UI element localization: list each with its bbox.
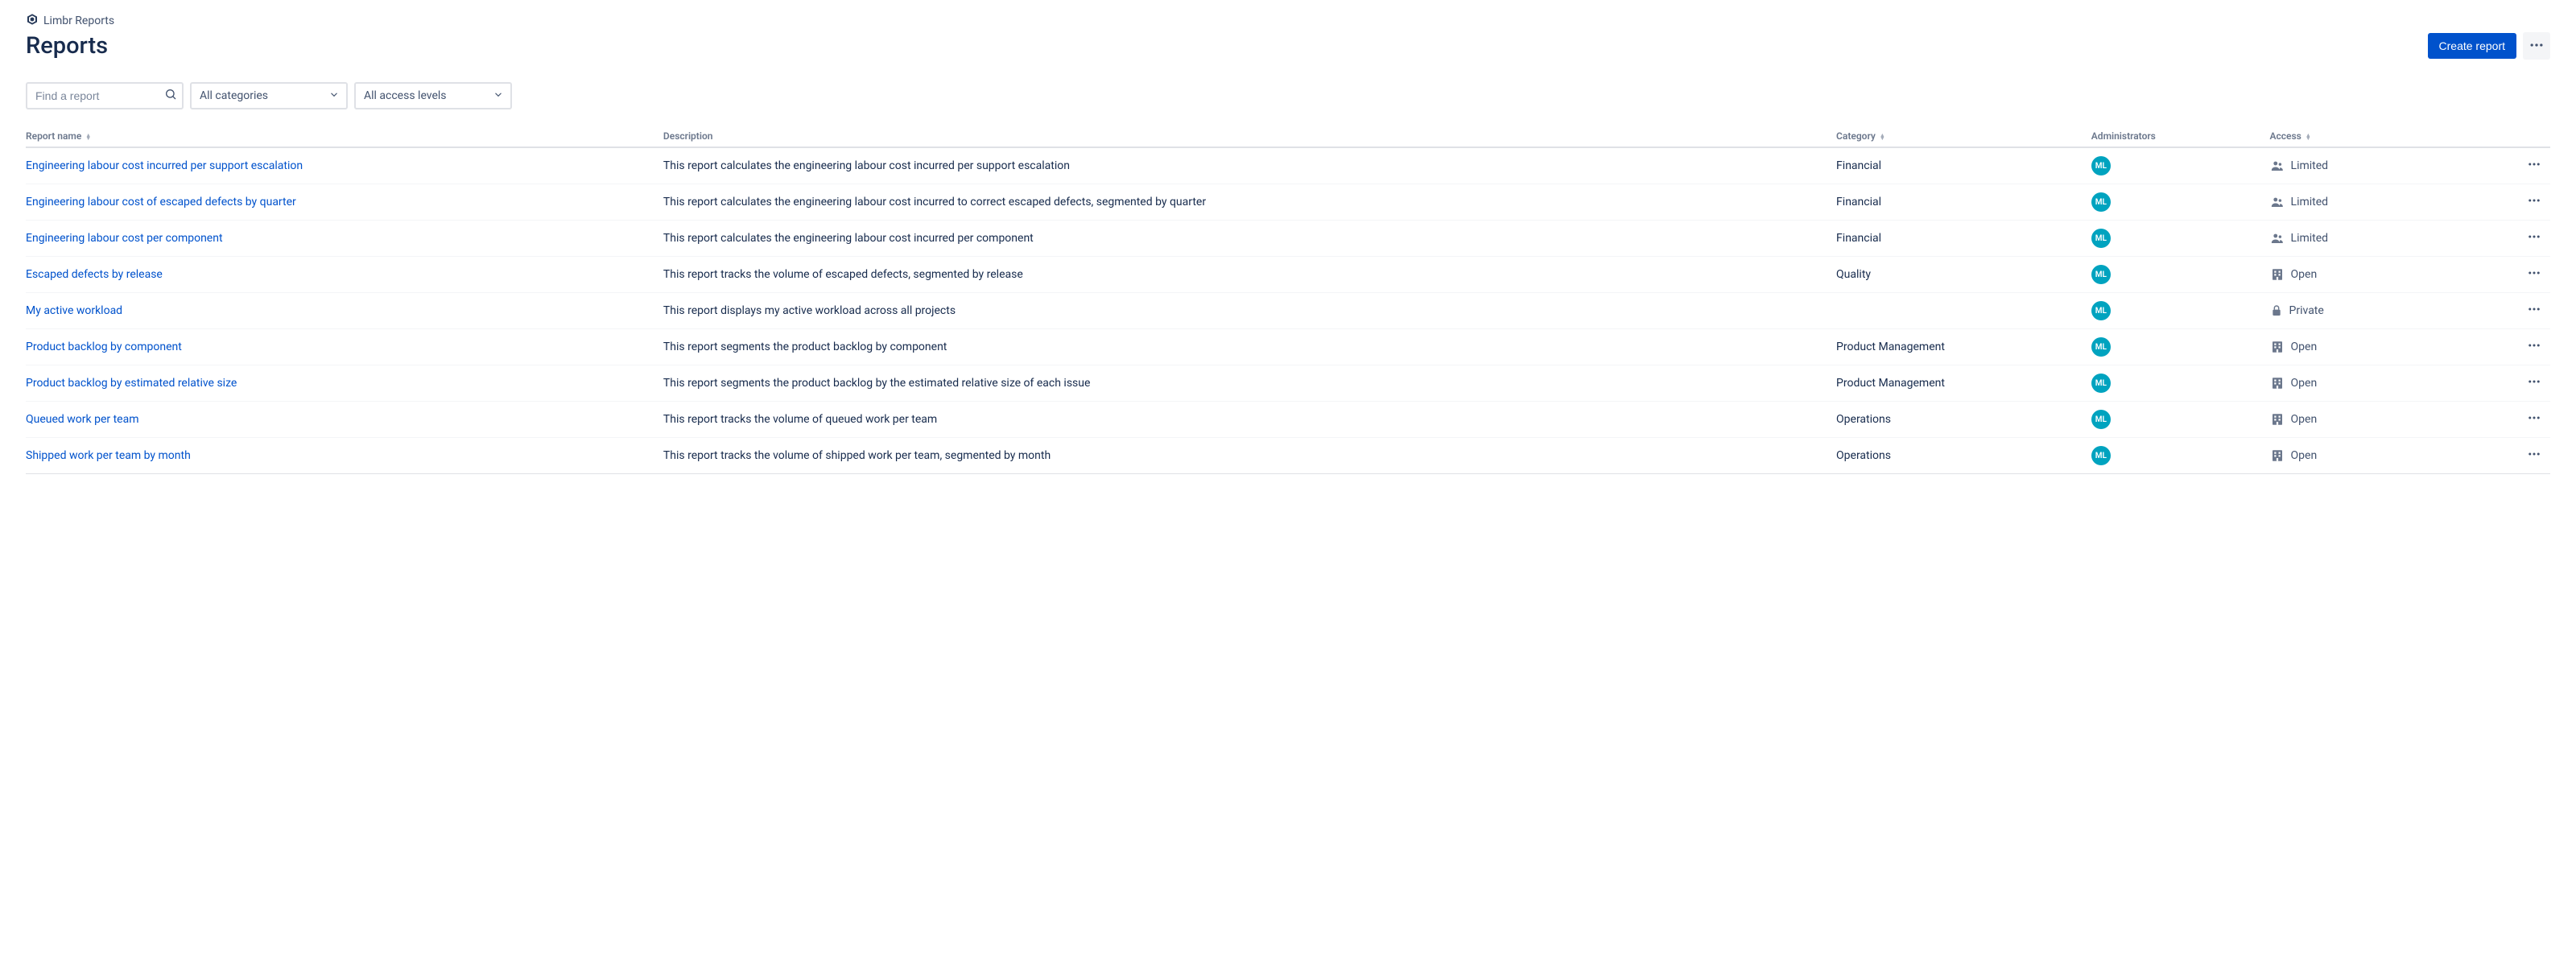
report-link[interactable]: Escaped defects by release bbox=[26, 268, 163, 281]
report-category: Product Management bbox=[1836, 365, 2091, 402]
admin-avatar[interactable]: ML bbox=[2091, 301, 2111, 320]
group-icon bbox=[2270, 159, 2285, 173]
table-row: Product backlog by estimated relative si… bbox=[26, 365, 2550, 402]
search-input[interactable] bbox=[26, 82, 184, 109]
report-link[interactable]: My active workload bbox=[26, 304, 122, 317]
report-description: This report displays my active workload … bbox=[663, 293, 1836, 329]
breadcrumb-label[interactable]: Limbr Reports bbox=[43, 14, 114, 27]
report-description: This report calculates the engineering l… bbox=[663, 221, 1836, 257]
access-label: Open bbox=[2291, 413, 2318, 426]
report-link[interactable]: Shipped work per team by month bbox=[26, 449, 191, 462]
page-title: Reports bbox=[26, 32, 108, 60]
row-more-button[interactable] bbox=[2524, 229, 2544, 244]
row-more-button[interactable] bbox=[2524, 157, 2544, 171]
more-icon bbox=[2529, 37, 2545, 56]
access-label: Limited bbox=[2291, 232, 2329, 245]
building-icon bbox=[2270, 340, 2285, 354]
table-row: Engineering labour cost of escaped defec… bbox=[26, 184, 2550, 221]
report-description: This report calculates the engineering l… bbox=[663, 147, 1836, 184]
row-more-button[interactable] bbox=[2524, 447, 2544, 461]
col-header-administrators: Administrators bbox=[2091, 126, 2270, 147]
building-icon bbox=[2270, 448, 2285, 463]
app-logo-icon bbox=[26, 13, 39, 29]
row-more-button[interactable] bbox=[2524, 266, 2544, 280]
col-header-description: Description bbox=[663, 126, 1836, 147]
table-row: Queued work per team This report tracks t… bbox=[26, 402, 2550, 438]
row-more-button[interactable] bbox=[2524, 302, 2544, 316]
access-label: Open bbox=[2291, 268, 2318, 281]
report-category: Financial bbox=[1836, 184, 2091, 221]
report-link[interactable]: Engineering labour cost per component bbox=[26, 232, 223, 245]
building-icon bbox=[2270, 376, 2285, 390]
admin-avatar[interactable]: ML bbox=[2091, 192, 2111, 212]
report-description: This report calculates the engineering l… bbox=[663, 184, 1836, 221]
table-row: Shipped work per team by month This repor… bbox=[26, 438, 2550, 474]
row-more-button[interactable] bbox=[2524, 338, 2544, 353]
col-header-category[interactable]: Category ▲▼ bbox=[1836, 126, 2091, 147]
report-category bbox=[1836, 293, 2091, 329]
building-icon bbox=[2270, 267, 2285, 282]
report-link[interactable]: Product backlog by component bbox=[26, 341, 182, 353]
admin-avatar[interactable]: ML bbox=[2091, 337, 2111, 357]
table-row: Product backlog by component This report … bbox=[26, 329, 2550, 365]
report-link[interactable]: Engineering labour cost of escaped defec… bbox=[26, 196, 296, 208]
access-label: Private bbox=[2289, 304, 2324, 317]
report-description: This report segments the product backlog… bbox=[663, 329, 1836, 365]
table-row: My active workload This report displays m… bbox=[26, 293, 2550, 329]
building-icon bbox=[2270, 412, 2285, 427]
table-row: Escaped defects by release This report tr… bbox=[26, 257, 2550, 293]
report-description: This report tracks the volume of escaped… bbox=[663, 257, 1836, 293]
admin-avatar[interactable]: ML bbox=[2091, 156, 2111, 175]
admin-avatar[interactable]: ML bbox=[2091, 229, 2111, 248]
sort-icon: ▲▼ bbox=[1880, 134, 1885, 140]
report-category: Financial bbox=[1836, 221, 2091, 257]
access-filter[interactable]: All access levels bbox=[354, 82, 512, 109]
admin-avatar[interactable]: ML bbox=[2091, 265, 2111, 284]
group-icon bbox=[2270, 231, 2285, 246]
group-icon bbox=[2270, 195, 2285, 209]
create-report-button[interactable]: Create report bbox=[2428, 33, 2516, 59]
table-row: Engineering labour cost incurred per sup… bbox=[26, 147, 2550, 184]
access-label: Limited bbox=[2291, 159, 2329, 172]
row-more-button[interactable] bbox=[2524, 374, 2544, 389]
report-description: This report segments the product backlog… bbox=[663, 365, 1836, 402]
report-category: Operations bbox=[1836, 402, 2091, 438]
col-header-access[interactable]: Access ▲▼ bbox=[2270, 126, 2474, 147]
access-label: Limited bbox=[2291, 196, 2329, 208]
breadcrumb: Limbr Reports bbox=[26, 13, 2550, 29]
reports-table: Report name ▲▼ Description Category ▲▼ A… bbox=[26, 126, 2550, 474]
admin-avatar[interactable]: ML bbox=[2091, 410, 2111, 429]
report-link[interactable]: Engineering labour cost incurred per sup… bbox=[26, 159, 303, 172]
report-category: Financial bbox=[1836, 147, 2091, 184]
report-category: Operations bbox=[1836, 438, 2091, 474]
row-more-button[interactable] bbox=[2524, 193, 2544, 208]
table-row: Engineering labour cost per component Thi… bbox=[26, 221, 2550, 257]
sort-icon: ▲▼ bbox=[85, 134, 91, 140]
report-description: This report tracks the volume of queued … bbox=[663, 402, 1836, 438]
category-filter[interactable]: All categories bbox=[190, 82, 348, 109]
lock-icon bbox=[2270, 304, 2283, 317]
page-more-button[interactable] bbox=[2523, 32, 2550, 60]
report-link[interactable]: Queued work per team bbox=[26, 413, 139, 426]
sort-icon: ▲▼ bbox=[2306, 134, 2311, 140]
report-category: Quality bbox=[1836, 257, 2091, 293]
admin-avatar[interactable]: ML bbox=[2091, 446, 2111, 465]
row-more-button[interactable] bbox=[2524, 411, 2544, 425]
access-label: Open bbox=[2291, 341, 2318, 353]
col-header-name[interactable]: Report name ▲▼ bbox=[26, 126, 663, 147]
report-category: Product Management bbox=[1836, 329, 2091, 365]
access-label: Open bbox=[2291, 377, 2318, 390]
report-description: This report tracks the volume of shipped… bbox=[663, 438, 1836, 474]
admin-avatar[interactable]: ML bbox=[2091, 374, 2111, 393]
access-label: Open bbox=[2291, 449, 2318, 462]
report-link[interactable]: Product backlog by estimated relative si… bbox=[26, 377, 237, 390]
